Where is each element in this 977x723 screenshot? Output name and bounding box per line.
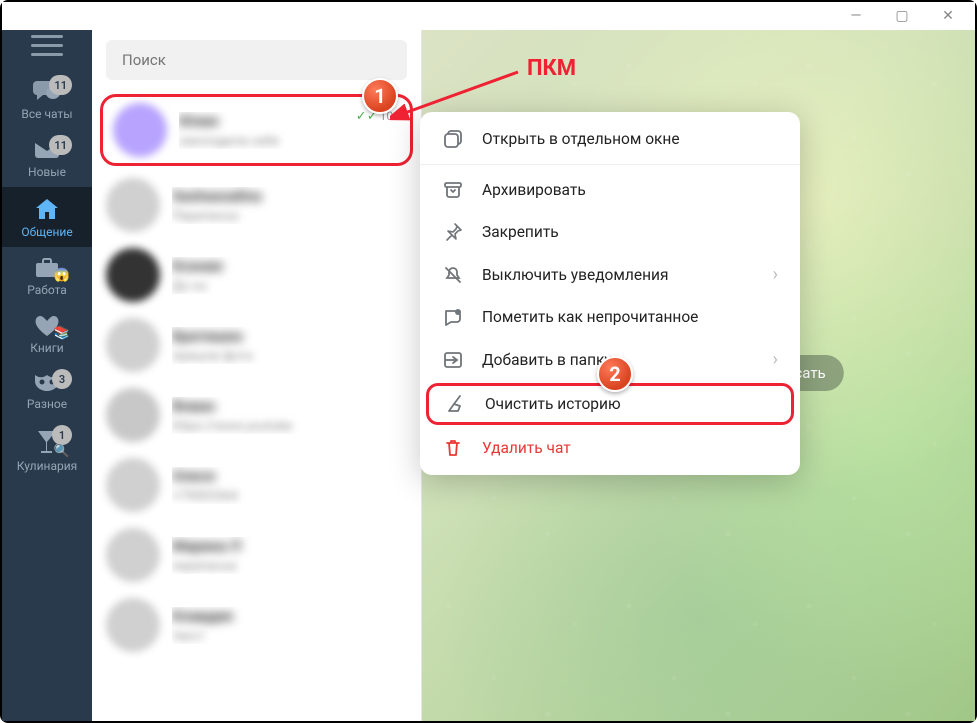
menu-item-archive[interactable]: Архивировать bbox=[420, 169, 800, 211]
folder-label: Работа bbox=[27, 283, 67, 297]
unread-icon bbox=[442, 307, 464, 327]
folder-emoji: 📚 bbox=[54, 326, 70, 341]
menu-item-mute[interactable]: Выключить уведомления › bbox=[420, 253, 800, 296]
archive-icon bbox=[442, 180, 464, 200]
folder-label: Новые bbox=[28, 165, 66, 179]
chat-item[interactable]: Вован https://www.youtube bbox=[92, 380, 421, 450]
chat-name: Sashaxoalina bbox=[172, 187, 262, 205]
menu-item-pin[interactable]: Закрепить bbox=[420, 211, 800, 253]
annotation-pkm-label: ПКМ bbox=[527, 56, 576, 81]
minimize-button[interactable]: — bbox=[833, 2, 879, 30]
chat-preview: омолодила себя bbox=[179, 134, 400, 149]
chat-preview: Переписка bbox=[172, 209, 407, 224]
unread-badge: 3 bbox=[52, 369, 72, 389]
chevron-right-icon: › bbox=[773, 349, 778, 370]
annotation-callout-2: 2 bbox=[597, 356, 633, 392]
chat-name: Вован bbox=[172, 397, 215, 415]
folder-emoji: 😱 bbox=[54, 268, 70, 283]
folder-Работа[interactable]: Работа 😱 bbox=[2, 247, 92, 305]
folder-Все чаты[interactable]: Все чаты 11 bbox=[2, 69, 92, 129]
unread-badge: 1 bbox=[52, 425, 72, 445]
avatar bbox=[113, 103, 167, 157]
avatar bbox=[106, 388, 160, 442]
unread-badge: 11 bbox=[49, 135, 72, 155]
menu-item-trash[interactable]: Удалить чат bbox=[420, 427, 800, 469]
window-icon bbox=[442, 129, 464, 149]
chat-preview: +79003364 bbox=[172, 489, 407, 504]
chat-name: Ксения bbox=[172, 257, 223, 275]
folder-icon bbox=[442, 350, 464, 370]
folder-emoji: 🔍 bbox=[54, 444, 70, 459]
broom-icon bbox=[445, 394, 467, 414]
avatar bbox=[106, 528, 160, 582]
folder-Общение[interactable]: Общение bbox=[2, 187, 92, 247]
menu-item-label: Очистить историю bbox=[485, 395, 621, 413]
trash-icon bbox=[442, 438, 464, 458]
folder-Кулинария[interactable]: Кулинария 1 🔍 bbox=[2, 419, 92, 481]
annotation-callout-1: 1 bbox=[362, 78, 398, 114]
menu-item-label: Закрепить bbox=[482, 223, 559, 241]
chat-list-panel: Юлия омолодила себя ✓✓10: Sashaxoalina П… bbox=[92, 30, 422, 721]
maximize-button[interactable]: ▢ bbox=[879, 2, 925, 30]
menu-item-label: Добавить в папку bbox=[482, 351, 612, 369]
chat-item[interactable]: Sashaxoalina Переписка bbox=[92, 170, 421, 240]
chat-item[interactable]: Клавдия текст bbox=[92, 590, 421, 660]
folder-sidebar: Все чаты 11 Новые 11 Общение Работа 😱 Кн… bbox=[2, 30, 92, 721]
hamburger-menu-icon[interactable] bbox=[31, 44, 63, 47]
chat-name: Олеся bbox=[172, 467, 215, 485]
chat-item[interactable]: Ксения До кн bbox=[92, 240, 421, 310]
folder-label: Разное bbox=[27, 397, 67, 411]
menu-item-label: Открыть в отдельном окне bbox=[482, 130, 680, 148]
chat-name: Марина Л bbox=[172, 537, 241, 555]
chat-name: Братишка bbox=[172, 327, 242, 345]
chat-name: Клавдия bbox=[172, 607, 233, 625]
chat-item[interactable]: Олеся +79003364 bbox=[92, 450, 421, 520]
folder-label: Общение bbox=[21, 225, 72, 239]
chat-preview: пришли фото bbox=[172, 349, 407, 364]
menu-item-label: Выключить уведомления bbox=[482, 266, 668, 284]
folder-label: Кулинария bbox=[17, 459, 77, 473]
menu-item-window[interactable]: Открыть в отдельном окне bbox=[420, 118, 800, 160]
chat-preview: переписка bbox=[172, 559, 407, 574]
chat-preview: текст bbox=[172, 629, 407, 644]
folder-Разное[interactable]: Разное 3 bbox=[2, 363, 92, 419]
home-icon bbox=[34, 197, 60, 221]
mute-icon bbox=[442, 265, 464, 285]
chat-item[interactable]: Марина Л переписка bbox=[92, 520, 421, 590]
avatar bbox=[106, 248, 160, 302]
menu-item-label: Удалить чат bbox=[482, 439, 571, 457]
search-input[interactable] bbox=[106, 40, 407, 80]
unread-badge: 11 bbox=[49, 75, 72, 95]
avatar bbox=[106, 598, 160, 652]
chat-preview: https://www.youtube bbox=[172, 419, 407, 434]
folder-Книги[interactable]: Книги 📚 bbox=[2, 305, 92, 363]
avatar bbox=[106, 458, 160, 512]
chevron-right-icon: › bbox=[773, 264, 778, 285]
pin-icon bbox=[442, 222, 464, 242]
chat-context-menu: Открыть в отдельном окне Архивировать За… bbox=[420, 112, 800, 475]
chat-item[interactable]: Братишка пришли фото bbox=[92, 310, 421, 380]
menu-item-label: Пометить как непрочитанное bbox=[482, 308, 698, 326]
close-button[interactable]: ✕ bbox=[925, 2, 971, 30]
avatar bbox=[106, 178, 160, 232]
avatar bbox=[106, 318, 160, 372]
chat-preview: До кн bbox=[172, 279, 407, 294]
menu-item-unread[interactable]: Пометить как непрочитанное bbox=[420, 296, 800, 338]
window-titlebar: — ▢ ✕ bbox=[2, 2, 975, 30]
menu-item-label: Архивировать bbox=[482, 181, 586, 199]
folder-Новые[interactable]: Новые 11 bbox=[2, 129, 92, 187]
folder-label: Все чаты bbox=[21, 107, 72, 121]
chat-name: Юлия bbox=[179, 112, 218, 130]
folder-label: Книги bbox=[30, 341, 63, 355]
